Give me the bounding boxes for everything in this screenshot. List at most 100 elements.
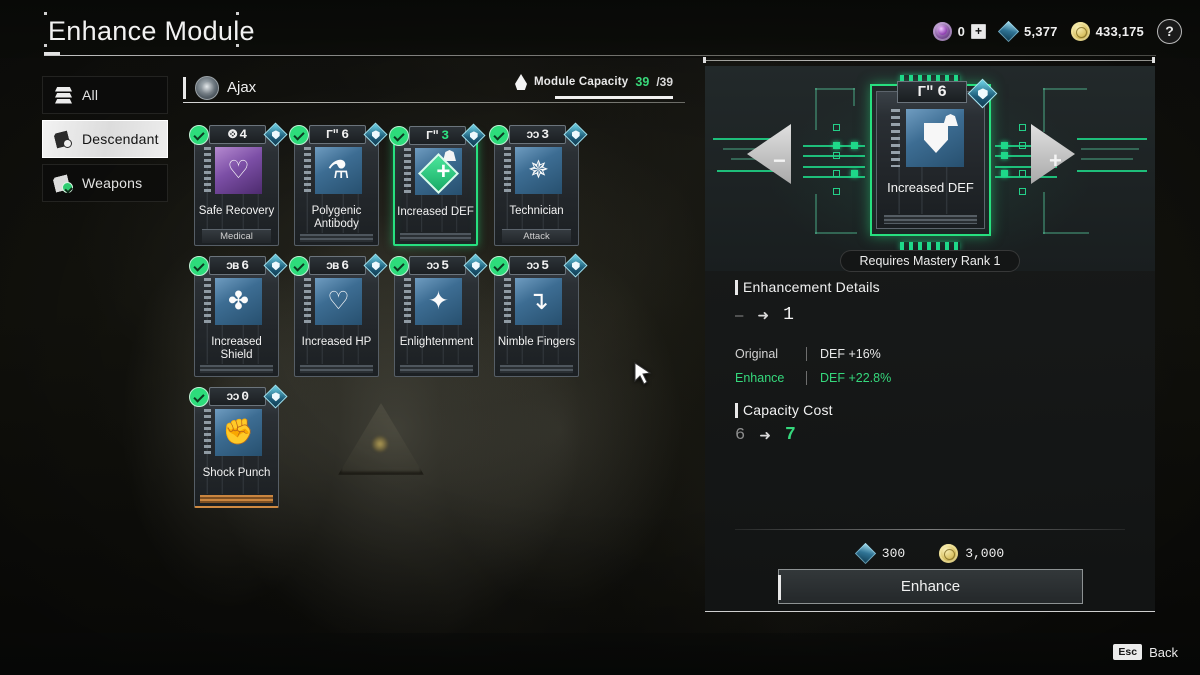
module-artwork: ♡ xyxy=(315,278,362,325)
module-card-slot: ✦ Enlightenment ᴐᴐ 5 xyxy=(389,249,490,380)
droplet-icon xyxy=(515,74,528,90)
purple-gem-icon xyxy=(932,21,952,41)
panel-top-divider xyxy=(705,60,1155,61)
module-showcase: − + Γʺ 6 Increased DEF xyxy=(705,66,1155,271)
payment-value: 3,000 xyxy=(965,546,1005,561)
module-name: Enlightenment xyxy=(399,336,474,348)
socket-type-glyph: ᴐᴐ xyxy=(525,127,539,142)
card-ladder-decor xyxy=(204,147,211,195)
card-ladder-decor xyxy=(404,148,411,196)
module-card[interactable]: ↴ Nimble Fingers ᴐᴐ 5 xyxy=(489,253,588,377)
selected-module-card[interactable]: Γʺ 6 Increased DEF xyxy=(876,78,998,229)
module-socket-badge: ɔʙ 6 xyxy=(209,256,266,275)
increased-def-icon xyxy=(417,152,460,195)
module-card[interactable]: ♡ Safe Recovery Medical ⨷ 4 xyxy=(189,122,288,246)
payment-gold: 3,000 xyxy=(939,544,1004,563)
module-grid: ♡ Safe Recovery Medical ⨷ 4 ⚗ Polygenic Antibo… xyxy=(189,118,682,511)
socket-cost-value: 6 xyxy=(241,258,250,273)
equipped-check-icon xyxy=(189,125,209,145)
sidebar-item-label: Weapons xyxy=(82,175,143,191)
layers-icon xyxy=(54,86,73,105)
socket-cost-value: 3 xyxy=(541,127,550,142)
module-card[interactable]: ✦ Enlightenment ᴐᴐ 5 xyxy=(389,253,488,377)
avatar[interactable] xyxy=(195,76,219,100)
card-footer-decor xyxy=(500,365,573,373)
panel-tick xyxy=(1152,57,1155,63)
equipped-check-icon xyxy=(289,125,309,145)
module-card-slot: ↴ Nimble Fingers ᴐᴐ 5 xyxy=(489,249,590,380)
sidebar-item-label: Descendant xyxy=(82,131,159,147)
frame-teeth-bottom xyxy=(900,242,960,250)
socket-type-glyph: ᴐᴐ xyxy=(425,258,439,273)
socket-type-glyph: Γʺ xyxy=(425,128,439,143)
rarity-diamond-icon xyxy=(563,253,588,278)
category-sidebar: All Descendant Weapons xyxy=(42,76,168,208)
equipped-check-icon xyxy=(189,256,209,276)
module-socket-badge: Γʺ 6 xyxy=(897,81,967,103)
socket-cost-value: 5 xyxy=(441,258,450,273)
crystal-value: 5,377 xyxy=(1024,23,1058,39)
payment-value: 300 xyxy=(881,546,906,561)
module-artwork: ✤ xyxy=(215,278,262,325)
module-card[interactable]: ✤ Increased Shield ɔʙ 6 xyxy=(189,253,288,377)
module-card-slot: ✵ Technician Attack ᴐᴐ 3 xyxy=(489,118,590,249)
title-corner-tick xyxy=(44,44,47,47)
gold-coin-icon xyxy=(939,544,959,563)
bottom-bar: Esc Back xyxy=(0,633,1200,675)
module-name: Safe Recovery xyxy=(198,205,275,217)
module-card[interactable]: ✵ Technician Attack ᴐᴐ 3 xyxy=(489,122,588,246)
module-category-tag: Medical xyxy=(202,229,271,243)
rarity-diamond-icon xyxy=(363,122,388,147)
sidebar-item-weapons[interactable]: Weapons xyxy=(42,164,168,202)
module-artwork: ♡ xyxy=(215,147,262,194)
level-from: – xyxy=(735,306,744,324)
card-ladder-decor xyxy=(304,278,311,326)
card-ladder-decor xyxy=(404,278,411,326)
capacity-bar xyxy=(555,96,673,99)
socket-cost-value: 4 xyxy=(239,127,248,142)
rarity-diamond-icon xyxy=(263,253,288,278)
help-icon[interactable]: ? xyxy=(1157,18,1182,44)
module-glyph-icon: ⚗ xyxy=(327,156,350,184)
module-card[interactable]: ✊ Shock Punch ᴐᴐ 0 xyxy=(189,384,288,508)
back-hint[interactable]: Esc Back xyxy=(1113,644,1178,660)
currency-gold: 433,175 xyxy=(1070,21,1144,41)
module-list-header: Ajax Module Capacity 39 /39 xyxy=(183,74,685,104)
back-label: Back xyxy=(1149,644,1178,660)
arrow-right-icon: ➜ xyxy=(757,306,770,323)
page-title: Enhance Module xyxy=(48,16,255,46)
payment-crystal: 300 xyxy=(854,542,906,565)
module-card[interactable]: Increased DEF Γʺ3 xyxy=(389,123,486,246)
currency-bar: 0 + 5,377 433,175 ? xyxy=(932,18,1182,44)
module-name: Polygenic Antibody xyxy=(311,205,362,230)
module-card[interactable]: ⚗ Polygenic Antibody Γʺ 6 xyxy=(289,122,388,246)
socket-cost-value: 3 xyxy=(441,128,450,143)
module-glyph-icon: ✵ xyxy=(528,156,549,184)
equipped-check-icon xyxy=(489,256,509,276)
module-card-slot: ♡ Increased HP ɔʙ 6 xyxy=(289,249,390,380)
rarity-diamond-icon xyxy=(363,253,388,278)
card-footer-decor xyxy=(400,233,471,241)
module-card-slot: ✊ Shock Punch ᴐᴐ 0 xyxy=(189,380,290,511)
module-card[interactable]: ♡ Increased HP ɔʙ 6 xyxy=(289,253,388,377)
stat-value: DEF +16% xyxy=(820,347,881,361)
caliber-value: 0 xyxy=(957,23,966,39)
sidebar-item-descendant[interactable]: Descendant xyxy=(42,120,168,158)
capacity-max: /39 xyxy=(656,75,673,89)
enhance-button[interactable]: Enhance xyxy=(778,569,1083,604)
blue-crystal-icon xyxy=(997,20,1020,42)
module-capacity: Module Capacity 39 /39 xyxy=(515,74,673,90)
module-glyph-icon: ♡ xyxy=(327,287,350,315)
gold-value: 433,175 xyxy=(1095,23,1144,39)
socket-type-glyph: ɔʙ xyxy=(325,258,339,273)
module-category-tag: Attack xyxy=(502,229,571,243)
module-artwork: ✦ xyxy=(415,278,462,325)
top-bar: Enhance Module 0 + 5,377 433,175 ? xyxy=(0,0,1200,58)
add-caliber-button[interactable]: + xyxy=(971,23,987,39)
module-artwork: ✊ xyxy=(215,409,262,456)
stat-label: Enhance xyxy=(735,371,785,385)
equipped-check-icon xyxy=(489,125,509,145)
module-card-slot: ⚗ Polygenic Antibody Γʺ 6 xyxy=(289,118,390,249)
module-name: Increased DEF xyxy=(887,180,974,195)
sidebar-item-all[interactable]: All xyxy=(42,76,168,114)
